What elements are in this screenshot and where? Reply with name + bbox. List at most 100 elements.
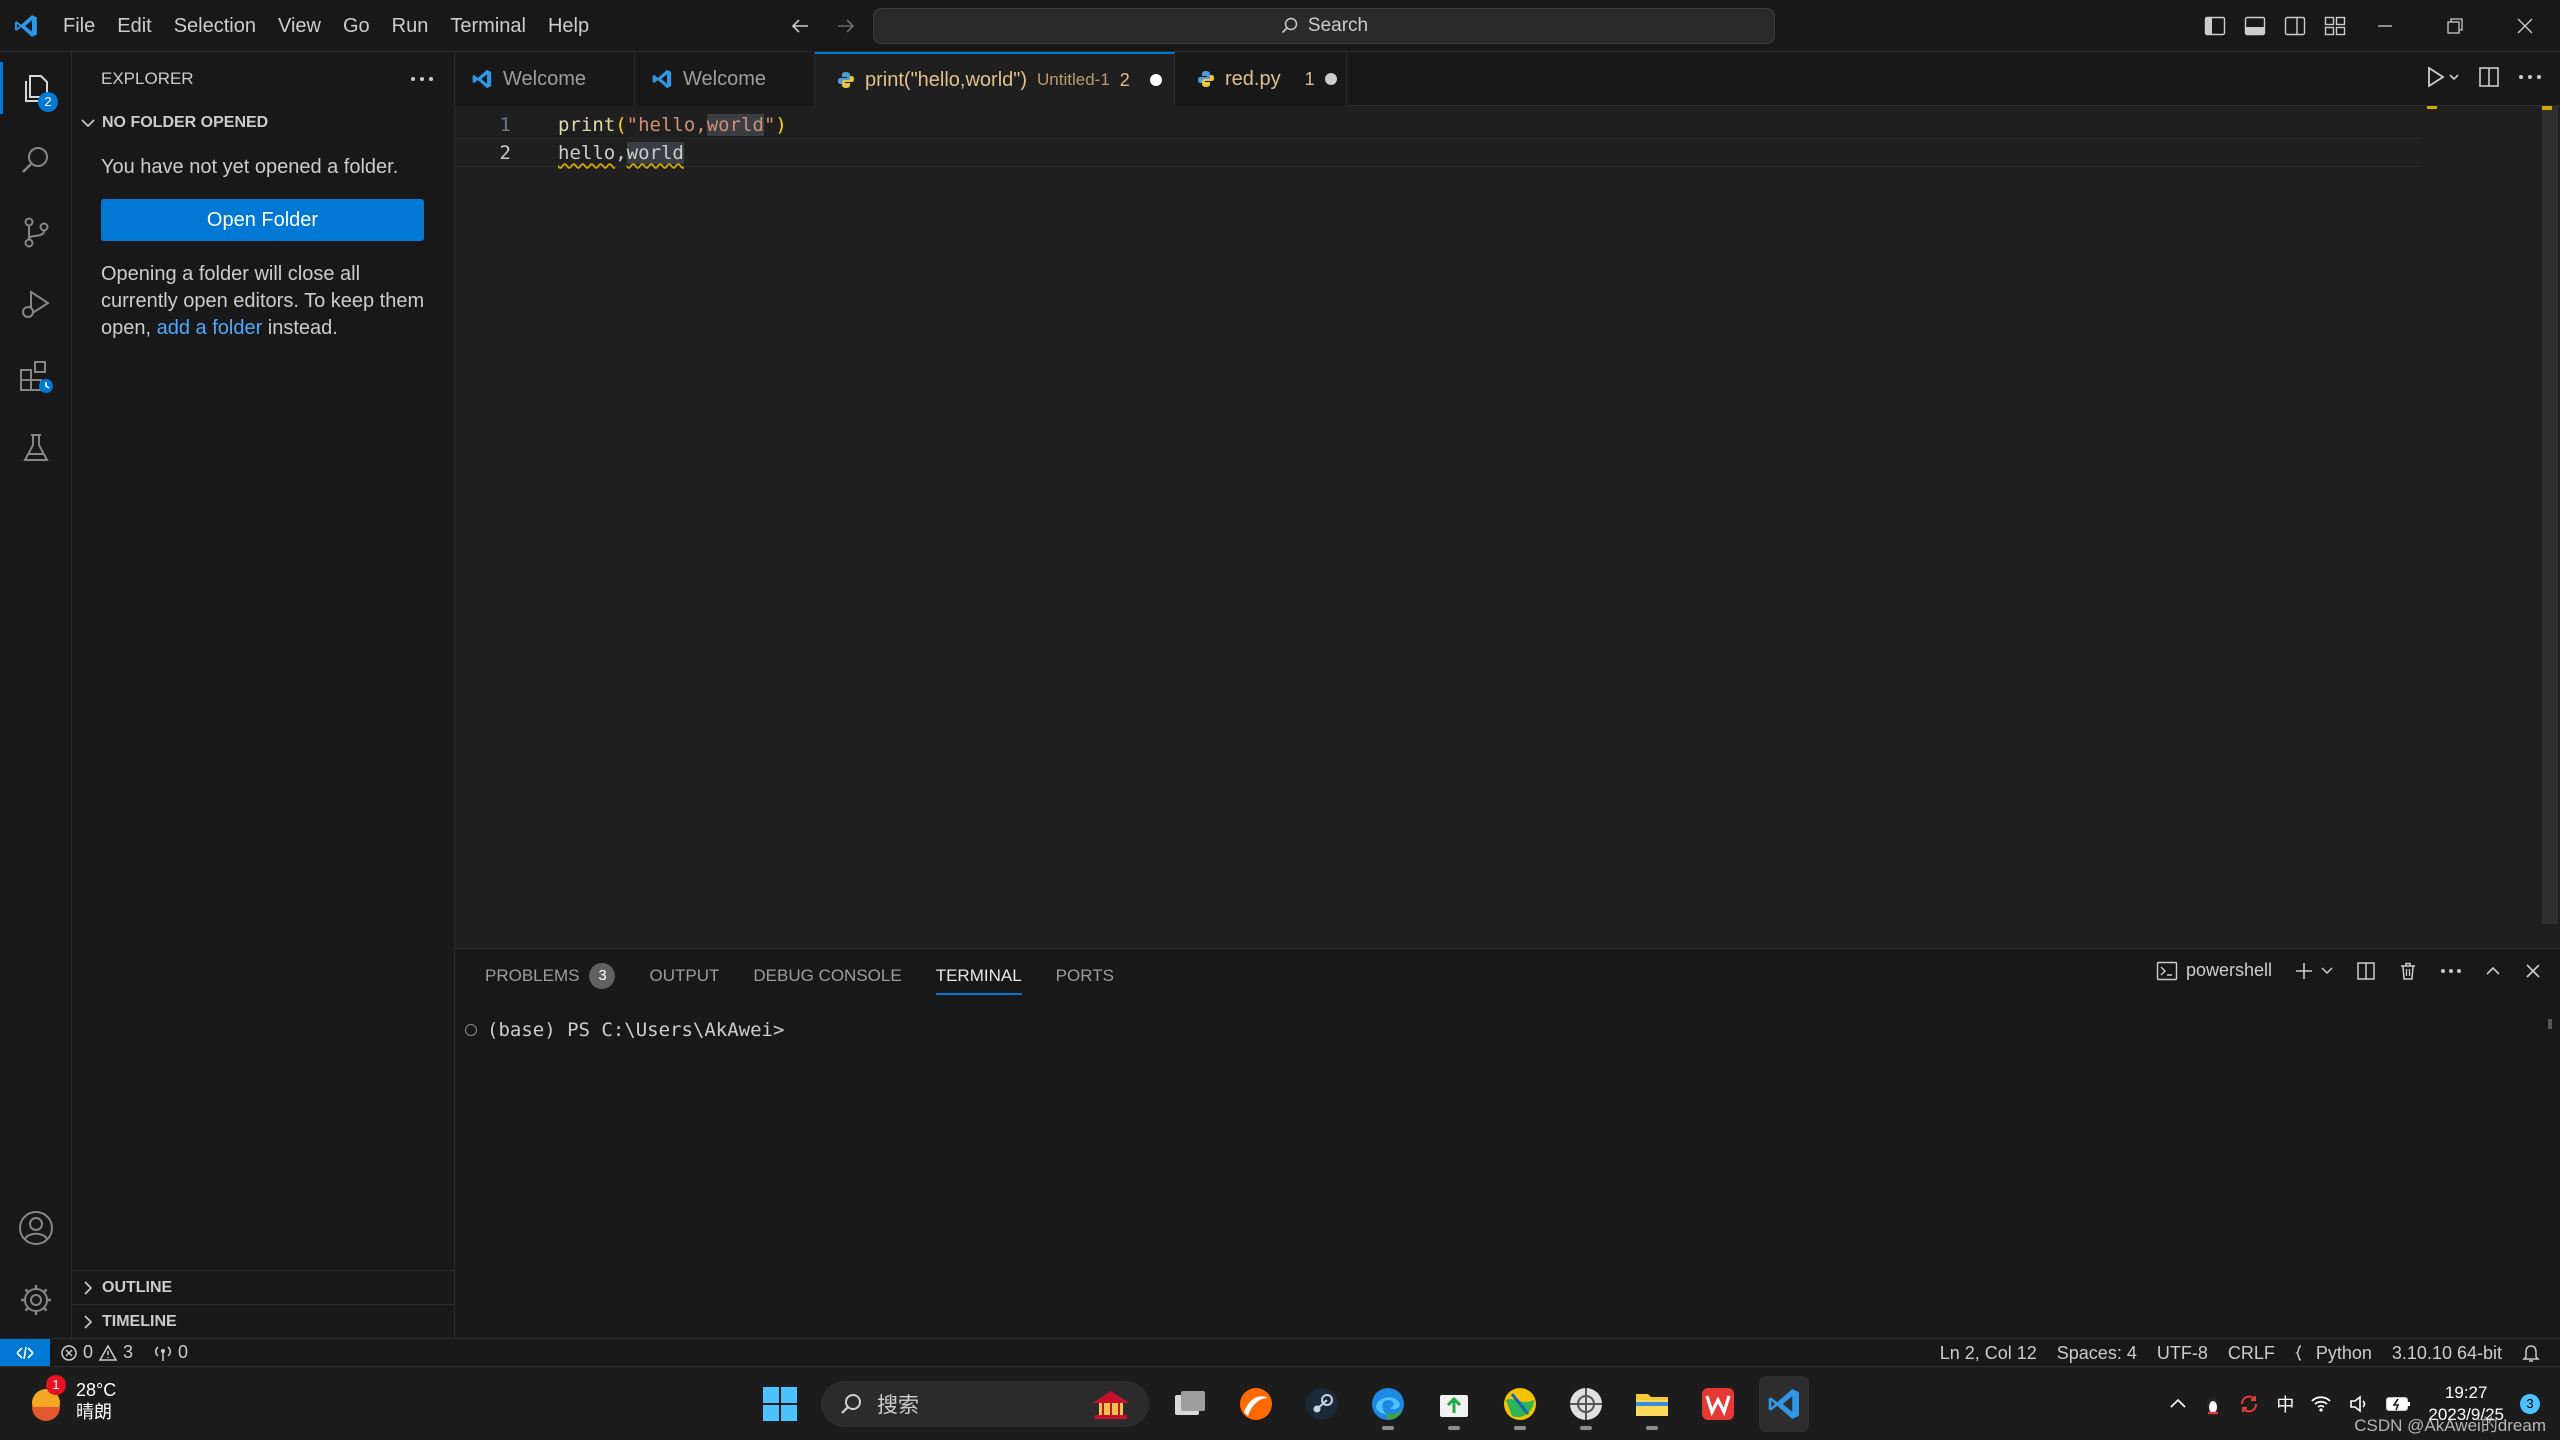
task-view-icon[interactable] (1165, 1376, 1215, 1432)
customize-layout-icon[interactable] (2320, 10, 2350, 42)
chevron-down-icon[interactable] (2320, 964, 2334, 978)
timeline-section-header[interactable]: TIMELINE (72, 1304, 455, 1338)
sync-tray-icon[interactable] (2238, 1393, 2260, 1415)
testing-flask-icon[interactable] (0, 412, 72, 484)
outline-label: OUTLINE (102, 1278, 173, 1296)
edge-browser-icon[interactable] (1363, 1376, 1413, 1432)
remote-indicator[interactable] (0, 1338, 50, 1367)
plus-icon (2294, 961, 2314, 981)
toggle-secondary-sidebar-icon[interactable] (2280, 10, 2310, 42)
timeline-label: TIMELINE (102, 1312, 177, 1330)
bottom-panel: PROBLEMS 3 OUTPUT DEBUG CONSOLE TERMINAL… (455, 948, 2560, 1338)
tab-untitled-1[interactable]: print("hello,world") Untitled-1 2 (815, 52, 1175, 106)
chevron-up-icon[interactable] (2168, 1394, 2188, 1414)
maximize-panel-icon[interactable] (2484, 962, 2502, 980)
tab-ports[interactable]: PORTS (1056, 949, 1114, 1003)
weather-widget[interactable]: 1 28°C 晴朗 (26, 1375, 116, 1423)
tab-red-py[interactable]: red.py 1 (1175, 52, 1347, 106)
taskbar-search[interactable]: 搜索 (821, 1381, 1149, 1427)
scrollbar-thumb[interactable] (2542, 106, 2558, 924)
menu-view[interactable]: View (267, 8, 332, 44)
ports-count: 0 (178, 1342, 189, 1362)
error-icon (60, 1344, 78, 1362)
tab-terminal[interactable]: TERMINAL (935, 949, 1022, 1003)
split-editor-icon[interactable] (2478, 66, 2500, 88)
token-warning-highlighted: world (626, 141, 684, 164)
more-actions-icon[interactable] (2440, 967, 2462, 975)
tab-label: Welcome (683, 67, 766, 90)
python-interpreter[interactable]: 3.10.10 64-bit (2382, 1339, 2512, 1367)
more-actions-icon[interactable] (410, 75, 434, 83)
steam-icon[interactable] (1297, 1376, 1347, 1432)
code-editor[interactable]: 1 print("hello,world") 2 hello,world (455, 106, 2560, 948)
chevron-down-icon (80, 115, 96, 131)
orange-app-icon[interactable] (1231, 1376, 1281, 1432)
file-explorer-folder-icon[interactable] (1627, 1376, 1677, 1432)
unsaved-dot-icon[interactable] (1324, 73, 1337, 85)
source-control-icon[interactable] (0, 196, 72, 268)
vscode-taskbar-icon[interactable] (1759, 1376, 1809, 1432)
menu-terminal[interactable]: Terminal (439, 8, 537, 44)
problems-status[interactable]: 0 3 (50, 1339, 143, 1367)
line-number: 2 (499, 141, 511, 164)
search-icon (839, 1392, 863, 1416)
section-label: NO FOLDER OPENED (102, 114, 269, 131)
explorer-icon[interactable]: 2 (0, 52, 72, 124)
tab-welcome-1[interactable]: Welcome (455, 52, 635, 106)
ime-indicator[interactable]: 中 (2276, 1391, 2294, 1417)
run-python-file-icon[interactable] (2426, 64, 2460, 90)
trash-icon[interactable] (2398, 961, 2418, 981)
no-folder-section-header[interactable]: NO FOLDER OPENED (72, 106, 454, 140)
tab-problems[interactable]: PROBLEMS 3 (485, 949, 616, 1003)
penguin-tray-icon[interactable] (2204, 1393, 2222, 1415)
tab-welcome-2[interactable]: Welcome (635, 52, 815, 106)
file-transfer-app-icon[interactable] (1429, 1376, 1479, 1432)
terminal-shell-selector[interactable]: powershell (2156, 960, 2272, 981)
close-panel-icon[interactable] (2524, 962, 2542, 980)
tab-debug-console[interactable]: DEBUG CONSOLE (753, 949, 901, 1003)
terminal-output[interactable]: (base) PS C:\Users\AkAwei> (465, 1019, 784, 1041)
add-folder-link[interactable]: add a folder (157, 317, 263, 339)
notifications-bell-icon[interactable] (2512, 1339, 2550, 1367)
tab-output[interactable]: OUTPUT (649, 949, 719, 1003)
command-center-search[interactable]: Search (873, 8, 1775, 44)
open-folder-button[interactable]: Open Folder (101, 199, 424, 241)
back-arrow-icon[interactable] (785, 10, 817, 42)
extensions-icon[interactable] (0, 340, 72, 412)
start-windows-icon[interactable] (755, 1376, 805, 1432)
encoding-status[interactable]: UTF-8 (2147, 1339, 2218, 1367)
wps-office-icon[interactable] (1693, 1376, 1743, 1432)
new-terminal-button[interactable] (2294, 961, 2334, 981)
more-actions-icon[interactable] (2518, 73, 2542, 81)
menu-help[interactable]: Help (537, 8, 600, 44)
unsaved-dot-icon[interactable] (1149, 74, 1162, 86)
terminal-scrollbar[interactable] (2548, 1019, 2552, 1029)
forward-arrow-icon[interactable] (829, 10, 861, 42)
indentation-status[interactable]: Spaces: 4 (2047, 1339, 2147, 1367)
wifi-icon[interactable] (2310, 1394, 2332, 1414)
language-mode[interactable]: Python (2285, 1339, 2382, 1367)
restore-icon[interactable] (2420, 0, 2490, 52)
menu-file[interactable]: File (52, 8, 106, 44)
accounts-icon[interactable] (0, 1192, 72, 1264)
menu-edit[interactable]: Edit (106, 8, 162, 44)
token: " (763, 113, 776, 136)
green-yellow-app-icon[interactable] (1495, 1376, 1545, 1432)
toggle-primary-sidebar-icon[interactable] (2200, 10, 2230, 42)
search-icon[interactable] (0, 124, 72, 196)
eol-status[interactable]: CRLF (2218, 1339, 2285, 1367)
toggle-panel-icon[interactable] (2240, 10, 2270, 42)
globe-avatar-app-icon[interactable] (1561, 1376, 1611, 1432)
menu-run[interactable]: Run (381, 8, 440, 44)
split-terminal-icon[interactable] (2356, 961, 2376, 981)
run-debug-icon[interactable] (0, 268, 72, 340)
menu-go[interactable]: Go (332, 8, 381, 44)
minimize-icon[interactable] (2350, 0, 2420, 52)
outline-section-header[interactable]: OUTLINE (72, 1270, 455, 1304)
editor-scrollbar[interactable] (2542, 106, 2560, 948)
close-icon[interactable] (2490, 0, 2560, 52)
cursor-position[interactable]: Ln 2, Col 12 (1930, 1339, 2047, 1367)
gear-icon[interactable] (0, 1264, 72, 1336)
menu-selection[interactable]: Selection (163, 8, 267, 44)
ports-status[interactable]: 0 (143, 1339, 198, 1367)
